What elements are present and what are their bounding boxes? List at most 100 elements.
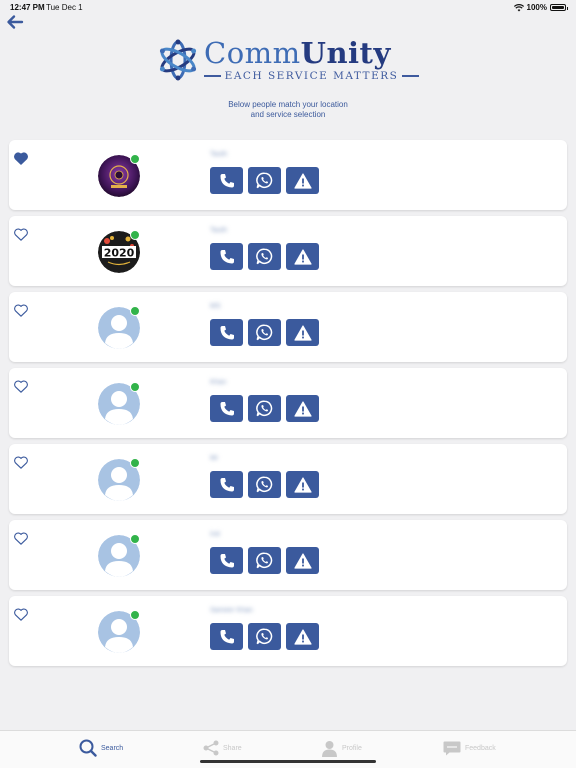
- whatsapp-button[interactable]: [248, 319, 281, 346]
- online-status-dot: [130, 610, 140, 620]
- community-logo: CommUnity EACH SERVICE MATTERS: [156, 36, 420, 86]
- share-icon: [203, 740, 219, 756]
- logo-title-comm: Comm: [204, 36, 301, 70]
- whatsapp-button[interactable]: [248, 623, 281, 650]
- tab-profile[interactable]: Profile: [321, 737, 362, 759]
- tab-search[interactable]: Search: [79, 737, 123, 759]
- online-status-dot: [130, 382, 140, 392]
- svg-text:2020: 2020: [104, 247, 135, 260]
- provider-actions: [210, 167, 319, 194]
- subtitle-line-1: Below people match your location: [228, 100, 348, 109]
- battery-icon: [550, 4, 568, 11]
- provider-actions: [210, 319, 319, 346]
- warning-icon: [293, 172, 312, 189]
- whatsapp-icon: [256, 552, 273, 569]
- whatsapp-icon: [256, 400, 273, 417]
- logo-title-unity: Unity: [300, 36, 391, 70]
- phone-icon: [220, 553, 234, 567]
- report-button[interactable]: [286, 547, 319, 574]
- call-button[interactable]: [210, 243, 243, 270]
- call-button[interactable]: [210, 167, 243, 194]
- provider-card[interactable]: Ind: [9, 520, 567, 590]
- provider-actions: [210, 547, 319, 574]
- heart-outline-icon: [14, 228, 28, 241]
- provider-name: Tauth: [210, 151, 228, 158]
- provider-card[interactable]: MS: [9, 292, 567, 362]
- heart-filled-icon: [14, 152, 28, 165]
- online-status-dot: [130, 458, 140, 468]
- phone-icon: [220, 325, 234, 339]
- heart-outline-icon: [14, 456, 28, 469]
- whatsapp-button[interactable]: [248, 471, 281, 498]
- report-button[interactable]: [286, 167, 319, 194]
- profile-icon: [322, 740, 337, 757]
- status-time: 12:47 PM: [10, 3, 45, 12]
- provider-card[interactable]: 2020 Tauth: [9, 216, 567, 286]
- favorite-toggle[interactable]: [14, 456, 28, 469]
- logo-tagline-text: EACH SERVICE MATTERS: [224, 70, 399, 82]
- logo-emblem-icon: [159, 39, 197, 81]
- provider-list: Tauth 2020 Tauth MS Khan Mr Ind Sameer Khan: [9, 140, 567, 672]
- provider-name: MS: [210, 303, 221, 310]
- whatsapp-icon: [256, 476, 273, 493]
- logo-tagline: EACH SERVICE MATTERS: [204, 70, 420, 82]
- feedback-icon: [443, 741, 461, 755]
- call-button[interactable]: [210, 471, 243, 498]
- provider-name: Mr: [210, 455, 219, 462]
- tab-share[interactable]: Share: [203, 737, 242, 759]
- provider-card[interactable]: Khan: [9, 368, 567, 438]
- provider-card[interactable]: Mr: [9, 444, 567, 514]
- tab-share-label: Share: [223, 744, 242, 752]
- phone-icon: [220, 629, 234, 643]
- favorite-toggle[interactable]: [14, 228, 28, 241]
- warning-icon: [293, 248, 312, 265]
- wifi-icon: [513, 3, 524, 11]
- call-button[interactable]: [210, 623, 243, 650]
- call-button[interactable]: [210, 395, 243, 422]
- favorite-toggle[interactable]: [14, 152, 28, 165]
- report-button[interactable]: [286, 471, 319, 498]
- whatsapp-icon: [256, 324, 273, 341]
- arrow-left-icon: [7, 15, 24, 29]
- phone-icon: [220, 401, 234, 415]
- status-right: 100%: [513, 3, 568, 12]
- whatsapp-button[interactable]: [248, 243, 281, 270]
- call-button[interactable]: [210, 547, 243, 574]
- heart-outline-icon: [14, 304, 28, 317]
- status-date: Tue Dec 1: [46, 3, 83, 12]
- back-button[interactable]: [6, 13, 24, 31]
- favorite-toggle[interactable]: [14, 532, 28, 545]
- tab-feedback-label: Feedback: [465, 744, 496, 752]
- online-status-dot: [130, 534, 140, 544]
- warning-icon: [293, 552, 312, 569]
- report-button[interactable]: [286, 623, 319, 650]
- provider-card[interactable]: Tauth: [9, 140, 567, 210]
- search-icon: [79, 739, 97, 757]
- favorite-toggle[interactable]: [14, 304, 28, 317]
- heart-outline-icon: [14, 608, 28, 621]
- report-button[interactable]: [286, 395, 319, 422]
- status-bar: 12:47 PM Tue Dec 1 100%: [0, 0, 576, 14]
- call-button[interactable]: [210, 319, 243, 346]
- whatsapp-icon: [256, 628, 273, 645]
- whatsapp-button[interactable]: [248, 395, 281, 422]
- favorite-toggle[interactable]: [14, 380, 28, 393]
- provider-card[interactable]: Sameer Khan: [9, 596, 567, 666]
- warning-icon: [293, 628, 312, 645]
- phone-icon: [220, 173, 234, 187]
- home-indicator[interactable]: [200, 760, 376, 763]
- favorite-toggle[interactable]: [14, 608, 28, 621]
- report-button[interactable]: [286, 319, 319, 346]
- report-button[interactable]: [286, 243, 319, 270]
- subtitle-line-2: and service selection: [250, 110, 326, 119]
- provider-name: Tauth: [210, 227, 228, 234]
- heart-outline-icon: [14, 380, 28, 393]
- whatsapp-button[interactable]: [248, 167, 281, 194]
- tab-profile-label: Profile: [342, 744, 362, 752]
- logo-title: CommUnity: [204, 38, 391, 68]
- provider-name: Ind: [210, 531, 220, 538]
- tab-bar: Search Share Profile Feedback: [0, 730, 576, 768]
- tab-feedback[interactable]: Feedback: [443, 737, 496, 759]
- whatsapp-button[interactable]: [248, 547, 281, 574]
- phone-icon: [220, 477, 234, 491]
